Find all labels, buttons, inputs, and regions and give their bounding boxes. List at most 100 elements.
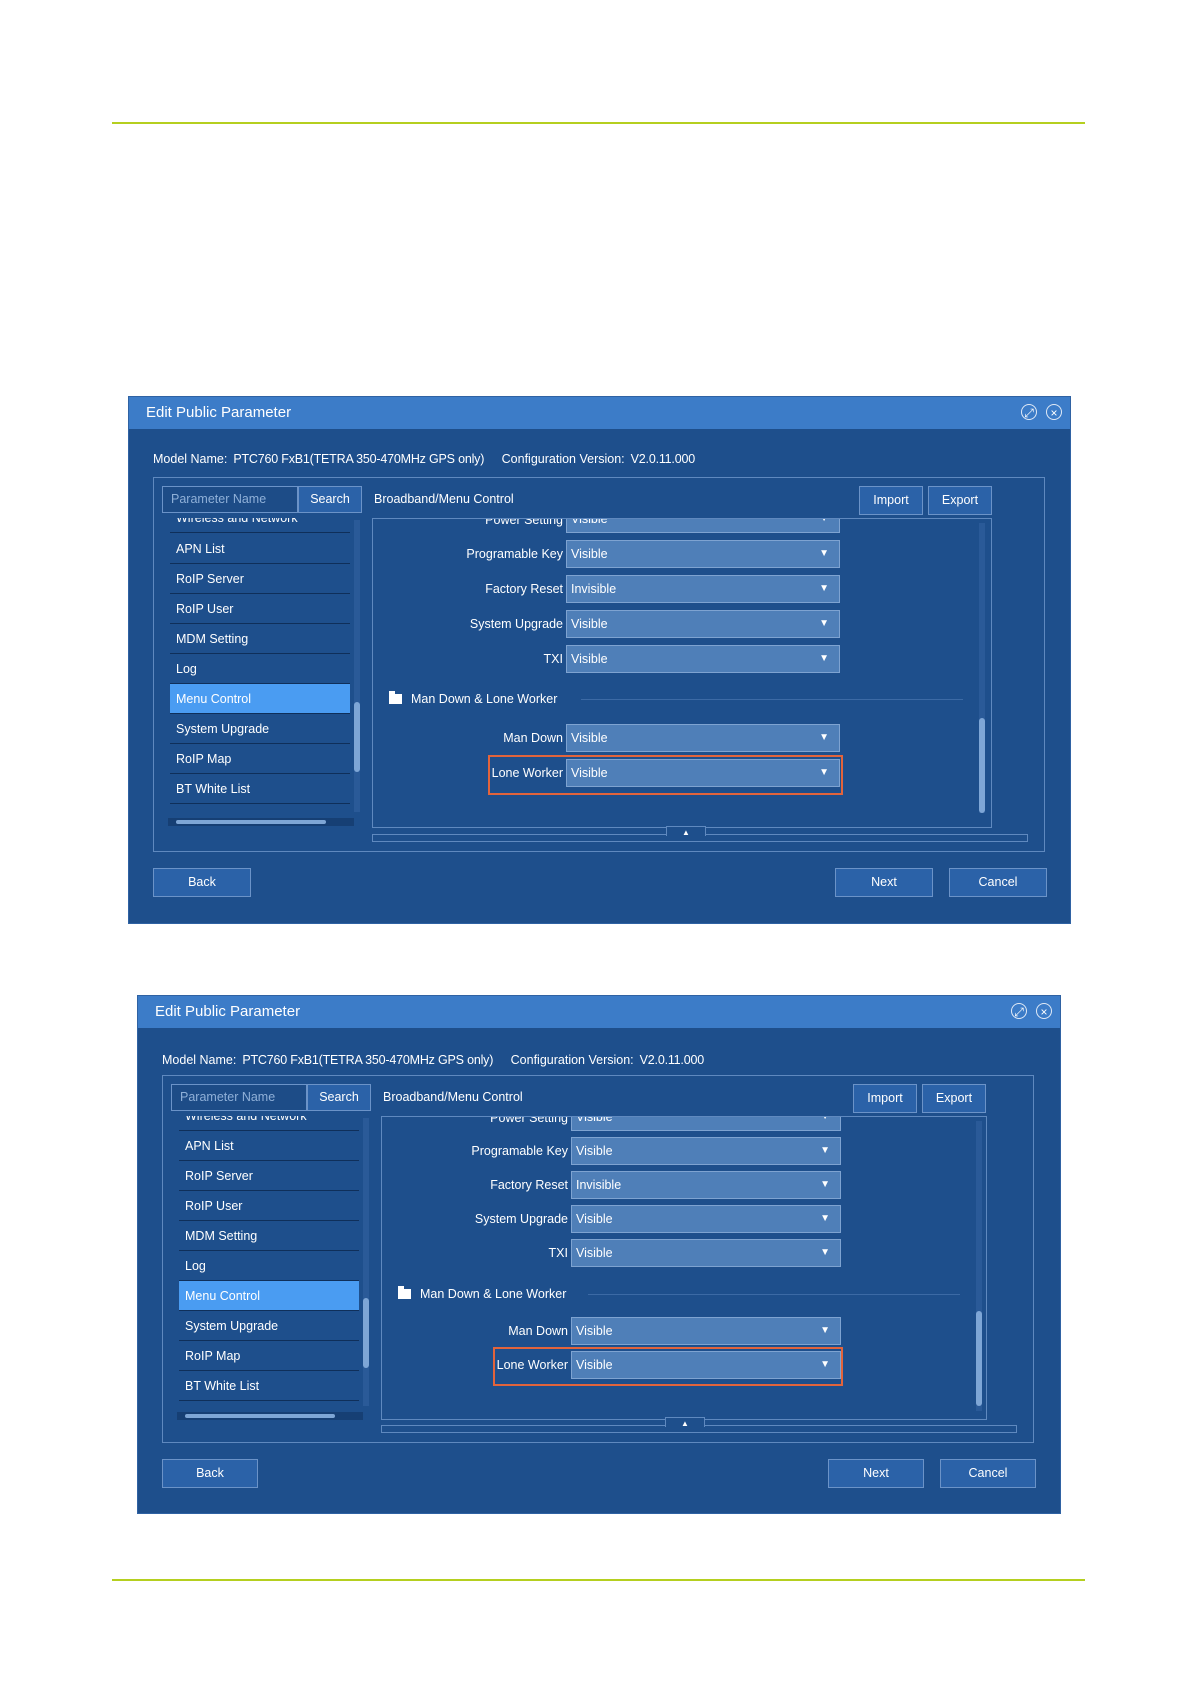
folder-icon <box>398 1286 411 1299</box>
chevron-down-icon: ▼ <box>819 732 829 743</box>
visibility-select[interactable]: Visible ▼ <box>566 645 840 673</box>
visibility-select[interactable]: Visible ▼ <box>566 610 840 638</box>
row-label: TXI <box>543 652 563 666</box>
tree-item[interactable]: Wireless and Network <box>179 1116 359 1131</box>
visibility-select[interactable]: Visible ▼ <box>571 1317 841 1345</box>
visibility-select[interactable]: Visible ▼ <box>571 1137 841 1165</box>
cancel-button[interactable]: Cancel <box>940 1459 1036 1488</box>
tree-item[interactable]: RoIP Map <box>179 1341 359 1371</box>
back-button[interactable]: Back <box>153 868 251 897</box>
tree-item[interactable]: Log <box>179 1251 359 1281</box>
tree-item-selected[interactable]: Menu Control <box>170 684 350 714</box>
tree-horizontal-scrollbar[interactable] <box>168 818 354 826</box>
export-button[interactable]: Export <box>928 486 992 515</box>
tree-item-selected[interactable]: Menu Control <box>179 1281 359 1311</box>
row-label: Programable Key <box>466 547 563 561</box>
tree-item[interactable]: RoIP Server <box>170 564 350 594</box>
tree-item[interactable]: APN List <box>170 534 350 564</box>
search-button[interactable]: Search <box>307 1084 371 1111</box>
parameter-tree: Wireless and Network APN List RoIP Serve… <box>162 518 362 826</box>
tree-item[interactable]: RoIP User <box>170 594 350 624</box>
next-button[interactable]: Next <box>835 868 933 897</box>
row-label: Programable Key <box>471 1144 568 1158</box>
chevron-down-icon: ▼ <box>820 1179 830 1190</box>
row-label: System Upgrade <box>474 1212 568 1226</box>
dialog-titlebar: Edit Public Parameter ⤢ × <box>138 996 1060 1028</box>
tree-item[interactable]: RoIP Map <box>170 744 350 774</box>
import-button[interactable]: Import <box>853 1084 917 1113</box>
chevron-down-icon: ▼ <box>820 1247 830 1258</box>
tree-item[interactable]: BT White List <box>170 774 350 804</box>
close-icon[interactable]: × <box>1046 404 1062 420</box>
collapse-arrow-icon[interactable]: ▲ <box>666 826 706 837</box>
tree-item[interactable]: MDM Setting <box>179 1221 359 1251</box>
tree-item[interactable]: RoIP User <box>179 1191 359 1221</box>
chevron-down-icon: ▼ <box>820 1325 830 1336</box>
select-value: Visible <box>571 518 608 526</box>
tree-item[interactable]: MDM Setting <box>170 624 350 654</box>
collapse-arrow-icon[interactable]: ▲ <box>665 1417 705 1428</box>
form-vertical-scrollbar[interactable] <box>976 1121 982 1411</box>
model-name-label: Model Name: <box>162 1053 237 1067</box>
back-button[interactable]: Back <box>162 1459 258 1488</box>
visibility-select[interactable]: Invisible ▼ <box>571 1171 841 1199</box>
section-header: Man Down & Lone Worker <box>398 1286 566 1301</box>
edit-public-parameter-dialog-2: Edit Public Parameter ⤢ × Model Name: PTC… <box>138 996 1060 1513</box>
tree-vertical-scrollbar[interactable] <box>354 520 360 812</box>
tree-item[interactable]: APN List <box>179 1131 359 1161</box>
section-title: Man Down & Lone Worker <box>411 692 558 706</box>
restore-icon[interactable]: ⤢ <box>1021 404 1037 420</box>
row-label: Power Setting <box>485 518 563 527</box>
select-value: Invisible <box>571 582 617 596</box>
tree-item[interactable]: System Upgrade <box>170 714 350 744</box>
section-header: Man Down & Lone Worker <box>389 691 558 706</box>
select-value: Visible <box>576 1246 613 1260</box>
tree-horizontal-scrollbar[interactable] <box>177 1412 363 1420</box>
form-vertical-scrollbar[interactable] <box>979 523 985 813</box>
row-label: Man Down <box>508 1324 568 1338</box>
breadcrumb: Broadband/Menu Control <box>374 492 514 506</box>
visibility-select[interactable]: Visible ▼ <box>566 518 840 533</box>
visibility-select[interactable]: Visible ▼ <box>571 1351 841 1379</box>
settings-form: Power Setting Visible ▼ Programable Key V… <box>381 1116 987 1420</box>
export-button[interactable]: Export <box>922 1084 986 1113</box>
search-input[interactable]: Parameter Name <box>162 486 298 513</box>
tree-vertical-scrollbar[interactable] <box>363 1118 369 1406</box>
chevron-down-icon: ▼ <box>819 583 829 594</box>
visibility-select[interactable]: Visible ▼ <box>566 540 840 568</box>
visibility-select[interactable]: Visible ▼ <box>571 1117 841 1131</box>
search-input[interactable]: Parameter Name <box>171 1084 307 1111</box>
visibility-select[interactable]: Visible ▼ <box>571 1239 841 1267</box>
footer-rule <box>112 1579 1085 1581</box>
config-version-label: Configuration Version: <box>510 1053 634 1067</box>
settings-form: Power Setting Visible ▼ Programable Key V… <box>372 518 992 828</box>
restore-icon[interactable]: ⤢ <box>1011 1003 1027 1019</box>
row-label: Factory Reset <box>485 582 563 596</box>
row-label: Man Down <box>503 731 563 745</box>
tree-item[interactable]: BT White List <box>179 1371 359 1401</box>
tree-item[interactable]: Log <box>170 654 350 684</box>
header-rule <box>112 122 1085 124</box>
cancel-button[interactable]: Cancel <box>949 868 1047 897</box>
tree-item[interactable]: Wireless and Network <box>170 518 350 533</box>
dialog-title: Edit Public Parameter <box>146 404 292 421</box>
chevron-down-icon: ▼ <box>819 618 829 629</box>
visibility-select[interactable]: Visible ▼ <box>566 724 840 752</box>
chevron-down-icon: ▼ <box>819 767 829 778</box>
import-button[interactable]: Import <box>859 486 923 515</box>
next-button[interactable]: Next <box>828 1459 924 1488</box>
tree-item[interactable]: System Upgrade <box>179 1311 359 1341</box>
visibility-select[interactable]: Invisible ▼ <box>566 575 840 603</box>
parameter-panel: Parameter Name Search Wireless and Netwo… <box>162 1075 1034 1443</box>
folder-icon <box>389 691 402 704</box>
parameter-panel: Parameter Name Search Wireless and Netwo… <box>153 477 1045 852</box>
config-version-value: V2.0.11.000 <box>630 452 695 466</box>
close-icon[interactable]: × <box>1036 1003 1052 1019</box>
tree-item[interactable]: RoIP Server <box>179 1161 359 1191</box>
dialog-title: Edit Public Parameter <box>155 1003 301 1020</box>
breadcrumb: Broadband/Menu Control <box>383 1090 523 1104</box>
visibility-select[interactable]: Visible ▼ <box>571 1205 841 1233</box>
select-value: Visible <box>571 731 608 745</box>
visibility-select[interactable]: Visible ▼ <box>566 759 840 787</box>
search-button[interactable]: Search <box>298 486 362 513</box>
